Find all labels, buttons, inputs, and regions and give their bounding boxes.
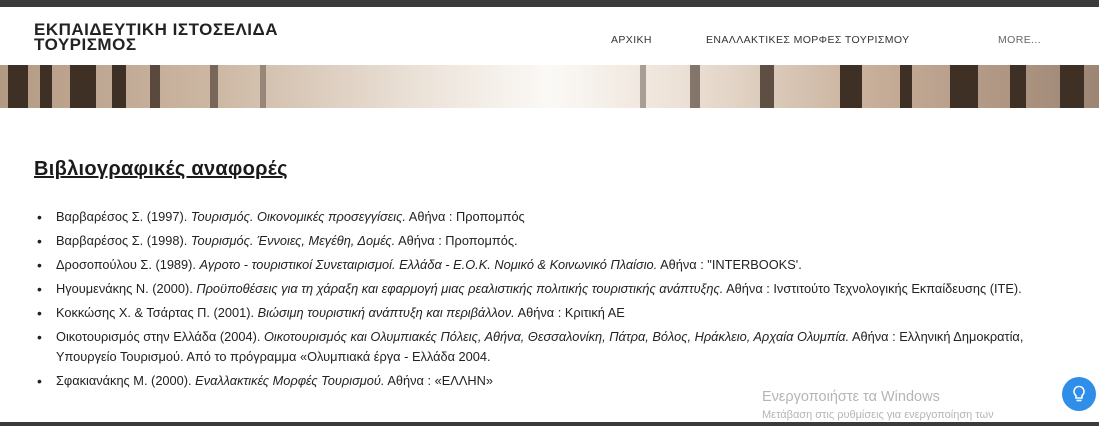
site-title[interactable]: ΕΚΠΑΙΔΕΥΤΙΚΗ ΙΣΤΟΣΕΛΙΔΑ ΤΟΥΡΙΣΜΟΣ	[34, 21, 354, 54]
reference-item: • Βαρβαρέσος Σ. (1997). Τουρισμός. Οικονο…	[37, 209, 525, 225]
windows-activation-watermark: Ενεργοποιήστε τα Windows Μετάβαση στις ρ…	[762, 388, 994, 424]
nav-alternative-tourism[interactable]: ΕΝΑΛΛΑΚΤΙΚΕΣ ΜΟΡΦΕΣ ΤΟΥΡΙΣΜΟΥ	[706, 34, 910, 46]
watermark-line1: Ενεργοποιήστε τα Windows	[762, 389, 940, 405]
lightbulb-icon	[1073, 385, 1085, 402]
top-bar	[0, 0, 1099, 7]
bottom-bar	[0, 422, 1099, 426]
help-button[interactable]	[1062, 377, 1096, 411]
reference-item: • Οικοτουρισμός στην Ελλάδα (2004). Οικοτ…	[37, 329, 1024, 364]
site-header: ΕΚΠΑΙΔΕΥΤΙΚΗ ΙΣΤΟΣΕΛΙΔΑ ΤΟΥΡΙΣΜΟΣ ΑΡΧΙΚΗ…	[0, 7, 1099, 65]
reference-item: • Ηγουμενάκης Ν. (2000). Προϋποθέσεις για…	[37, 281, 1022, 297]
nav-home[interactable]: ΑΡΧΙΚΗ	[611, 34, 652, 46]
reference-item: • Βαρβαρέσος Σ. (1998). Τουρισμός. Έννοιε…	[37, 233, 518, 249]
site-title-line2: ΤΟΥΡΙΣΜΟΣ	[34, 35, 137, 54]
page-heading: Βιβλιογραφικές αναφορές	[34, 158, 288, 180]
reference-item: • Κοκκώσης Χ. & Τσάρτας Π. (2001). Βιώσιμ…	[37, 305, 625, 321]
nav-more[interactable]: MORE...	[998, 34, 1041, 46]
references-list: • Βαρβαρέσος Σ. (1997). Τουρισμός. Οικονο…	[34, 207, 1074, 395]
reference-item: • Δροσοπούλου Σ. (1989). Αγροτο - τουριστ…	[37, 257, 802, 273]
header-banner-image	[0, 65, 1099, 108]
